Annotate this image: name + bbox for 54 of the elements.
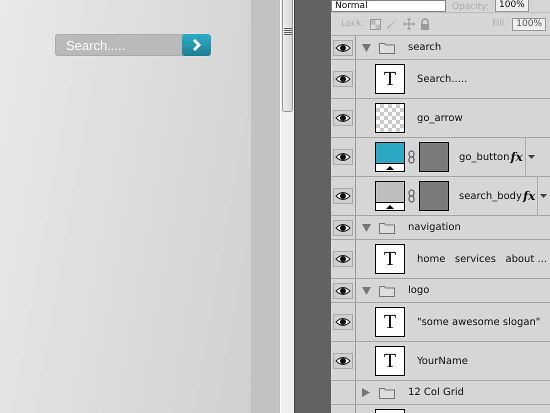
folder-icon	[379, 42, 395, 54]
layer-name: go_arrow	[417, 112, 463, 124]
scrollbar-thumb[interactable]	[282, 0, 293, 112]
effects-label: fx	[522, 189, 536, 203]
text-layer-thumbnail: T	[375, 346, 405, 376]
expand-effects-button[interactable]	[524, 138, 537, 176]
layer-name: go_button	[459, 152, 510, 162]
vertical-scrollbar[interactable]	[280, 0, 294, 413]
expand-toggle[interactable]	[361, 42, 371, 52]
layer-name: search	[408, 42, 442, 53]
mask-thumbnail	[419, 142, 449, 172]
expand-toggle[interactable]	[361, 222, 371, 232]
visibility-toggle[interactable]	[331, 99, 356, 137]
layer-name: logo	[408, 285, 430, 296]
go-button[interactable]	[182, 34, 211, 56]
opacity-field[interactable]: 100%	[495, 0, 529, 12]
folder-icon	[379, 222, 395, 234]
visibility-toggle[interactable]	[331, 342, 356, 380]
visibility-toggle[interactable]	[331, 138, 356, 176]
chevron-right-icon	[190, 39, 202, 51]
visibility-toggle[interactable]	[331, 36, 356, 59]
layer-name: navigation	[408, 222, 461, 233]
transparent-layer-thumbnail	[375, 103, 405, 133]
visibility-toggle[interactable]	[331, 303, 356, 341]
visibility-toggle[interactable]	[331, 177, 356, 215]
layer-name: YourName	[417, 356, 468, 366]
expand-toggle[interactable]	[361, 388, 371, 398]
visibility-toggle[interactable]	[331, 279, 356, 302]
expand-effects-button[interactable]	[537, 177, 550, 215]
visibility-toggle[interactable]	[331, 60, 356, 98]
mask-thumbnail	[419, 181, 449, 211]
blend-mode-dropdown[interactable]: Normal	[331, 0, 446, 12]
visibility-toggle[interactable]	[331, 216, 356, 239]
visibility-toggle[interactable]	[331, 240, 356, 278]
layer-name: "some awesome slogan"	[417, 316, 540, 328]
expand-toggle[interactable]	[361, 286, 371, 296]
search-field[interactable]: Search.....	[55, 34, 184, 56]
caret-icon	[528, 155, 535, 159]
layer-name: 12 Col Grid	[408, 387, 464, 398]
chain-link-icon[interactable]	[408, 189, 415, 203]
grip-icon	[284, 28, 292, 35]
fill-field[interactable]: 100%	[512, 18, 546, 30]
layer-name: home services about ...	[417, 254, 548, 264]
effects-label: fx	[510, 150, 523, 164]
text-layer-thumbnail: T	[375, 64, 405, 94]
folder-icon	[379, 284, 395, 296]
checkerboard-icon[interactable]	[370, 18, 381, 30]
caret-icon	[540, 194, 548, 198]
chain-link-icon[interactable]	[408, 150, 415, 164]
text-layer-thumbnail: T	[375, 307, 405, 337]
layer-name: search_body	[459, 190, 522, 202]
folder-icon	[379, 386, 395, 398]
text-layer-thumbnail: T	[375, 244, 405, 274]
layer-name: Search.....	[417, 74, 468, 84]
